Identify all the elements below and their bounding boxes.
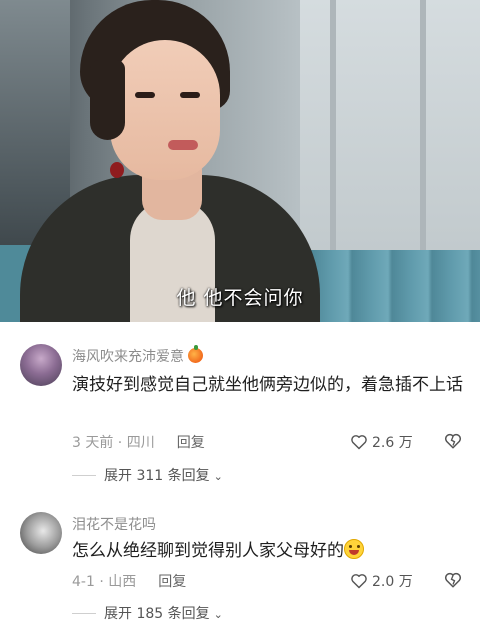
person-hair-side: [90, 60, 125, 140]
comment-text[interactable]: 演技好到感觉自己就坐他俩旁边似的，着急插不上话: [72, 372, 464, 399]
like-button[interactable]: 2.6 万: [350, 432, 413, 452]
comment-meta: 4-1 · 山西 回复: [72, 571, 186, 591]
background-window: [300, 0, 480, 250]
username-text: 泪花不是花吗: [72, 517, 156, 533]
comment-time-location: 4-1 · 山西: [72, 574, 137, 590]
like-count: 2.0 万: [372, 574, 413, 590]
like-count: 2.6 万: [372, 435, 413, 451]
avatar[interactable]: [20, 344, 62, 386]
comment-text[interactable]: 怎么从绝经聊到觉得别人家父母好的: [72, 538, 464, 565]
comment-time-location: 3 天前 · 四川: [72, 435, 155, 451]
window-frame-bar: [330, 0, 336, 250]
chevron-down-icon: ⌄: [213, 608, 223, 621]
divider-line: [72, 613, 96, 614]
grinning-face-emoji: [344, 539, 364, 559]
expand-replies-button[interactable]: 展开 311 条回复 ⌄: [72, 465, 223, 485]
comment-username[interactable]: 海风吹来充沛爱意: [72, 345, 203, 366]
expand-replies-button[interactable]: 展开 185 条回复 ⌄: [72, 603, 223, 623]
person-eye: [135, 92, 155, 98]
heart-outline-icon: [351, 435, 367, 450]
comment-meta: 3 天前 · 四川 回复: [72, 432, 205, 452]
heart-outline-icon: [351, 574, 367, 589]
video-subtitle: 他 他不会问你: [176, 287, 304, 309]
username-text: 海风吹来充沛爱意: [72, 349, 184, 365]
person-eye: [180, 92, 200, 98]
comment-text-content: 怎么从绝经聊到觉得别人家父母好的: [72, 541, 344, 561]
earring: [110, 162, 124, 178]
divider-line: [72, 475, 96, 476]
video-frame[interactable]: 他 他不会问你: [0, 0, 480, 322]
expand-replies-label: 展开 185 条回复: [104, 606, 210, 622]
broken-heart-icon[interactable]: [444, 432, 462, 450]
reply-button[interactable]: 回复: [177, 435, 205, 451]
avatar[interactable]: [20, 512, 62, 554]
orange-fan-badge-icon: [188, 345, 203, 363]
window-frame-bar: [420, 0, 426, 250]
chevron-down-icon: ⌄: [213, 470, 223, 483]
broken-heart-icon[interactable]: [444, 571, 462, 589]
reply-button[interactable]: 回复: [158, 574, 186, 590]
person-lips: [168, 140, 198, 150]
comment-username[interactable]: 泪花不是花吗: [72, 514, 156, 534]
person-face: [110, 40, 220, 180]
like-button[interactable]: 2.0 万: [350, 571, 413, 591]
expand-replies-label: 展开 311 条回复: [104, 468, 210, 484]
